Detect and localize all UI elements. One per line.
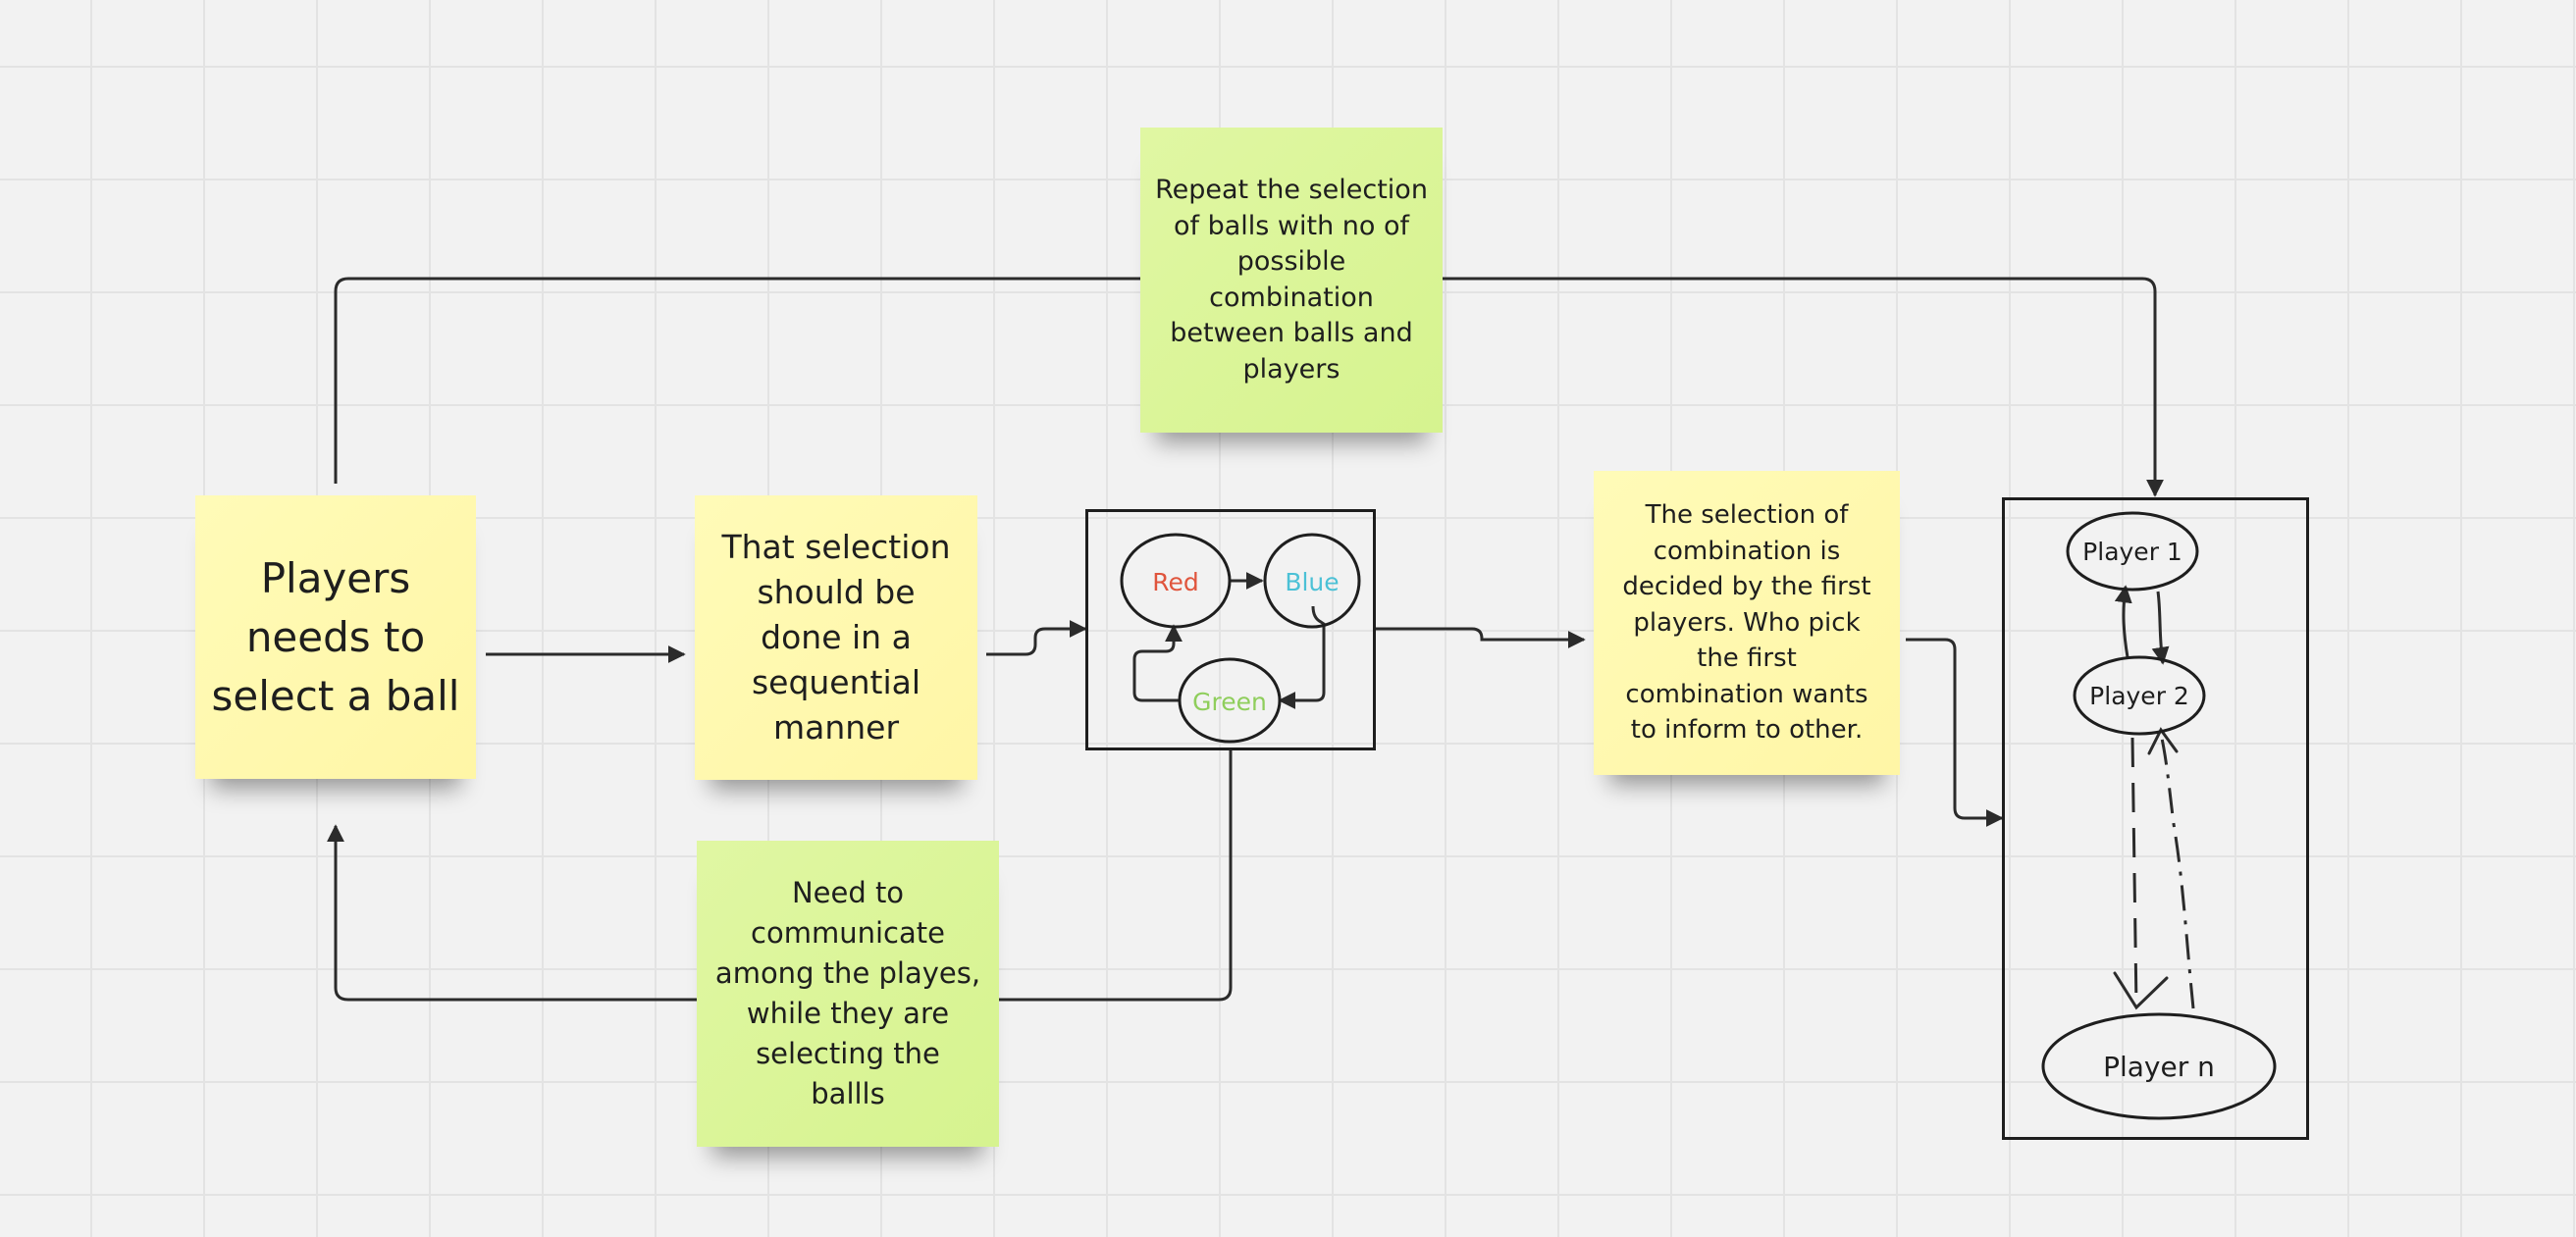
whiteboard-canvas[interactable]: { "stickies": { "players_select": "Playe… bbox=[0, 0, 2576, 1237]
sticky-text: Repeat the selection of balls with no of… bbox=[1155, 175, 1428, 385]
sticky-players-select-ball[interactable]: Players needs to select a ball bbox=[195, 495, 476, 779]
decision-to-players-arrow[interactable] bbox=[1906, 638, 2004, 827]
sticky-repeat-selection[interactable]: Repeat the selection of balls with no of… bbox=[1140, 128, 1443, 433]
ball-selection-frame[interactable] bbox=[1085, 509, 1376, 750]
sticky-text: Need to communicate among the playes, wh… bbox=[714, 876, 981, 1110]
sticky-text: Players needs to select a ball bbox=[211, 553, 460, 720]
sticky-sequential-selection[interactable]: That selection should be done in a seque… bbox=[695, 495, 977, 780]
sticky-first-player-decides[interactable]: The selection of combination is decided … bbox=[1594, 471, 1900, 775]
sticky-text: That selection should be done in a seque… bbox=[721, 528, 951, 747]
sticky-text: The selection of combination is decided … bbox=[1622, 500, 1871, 746]
players-frame[interactable] bbox=[2002, 497, 2309, 1140]
sequential-to-balls-arrow[interactable] bbox=[986, 620, 1087, 656]
balls-to-decision-arrow[interactable] bbox=[1376, 627, 1586, 648]
sticky-communicate[interactable]: Need to communicate among the playes, wh… bbox=[697, 841, 999, 1147]
